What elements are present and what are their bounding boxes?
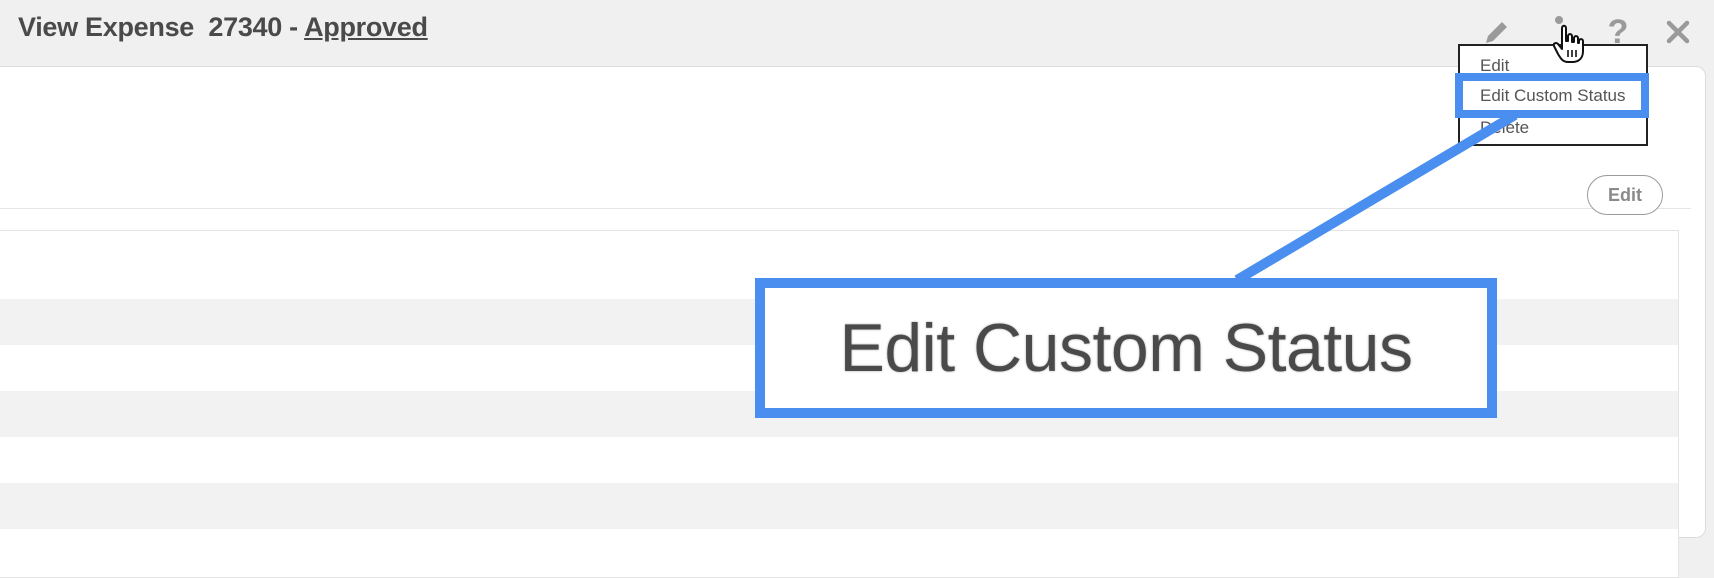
zoom-callout-text: Edit Custom Status bbox=[839, 310, 1413, 386]
table-row bbox=[0, 529, 1678, 575]
hand-cursor-icon bbox=[1552, 24, 1584, 63]
zoom-callout-box: Edit Custom Status bbox=[755, 278, 1497, 418]
callout-connector-line bbox=[1234, 110, 1518, 285]
